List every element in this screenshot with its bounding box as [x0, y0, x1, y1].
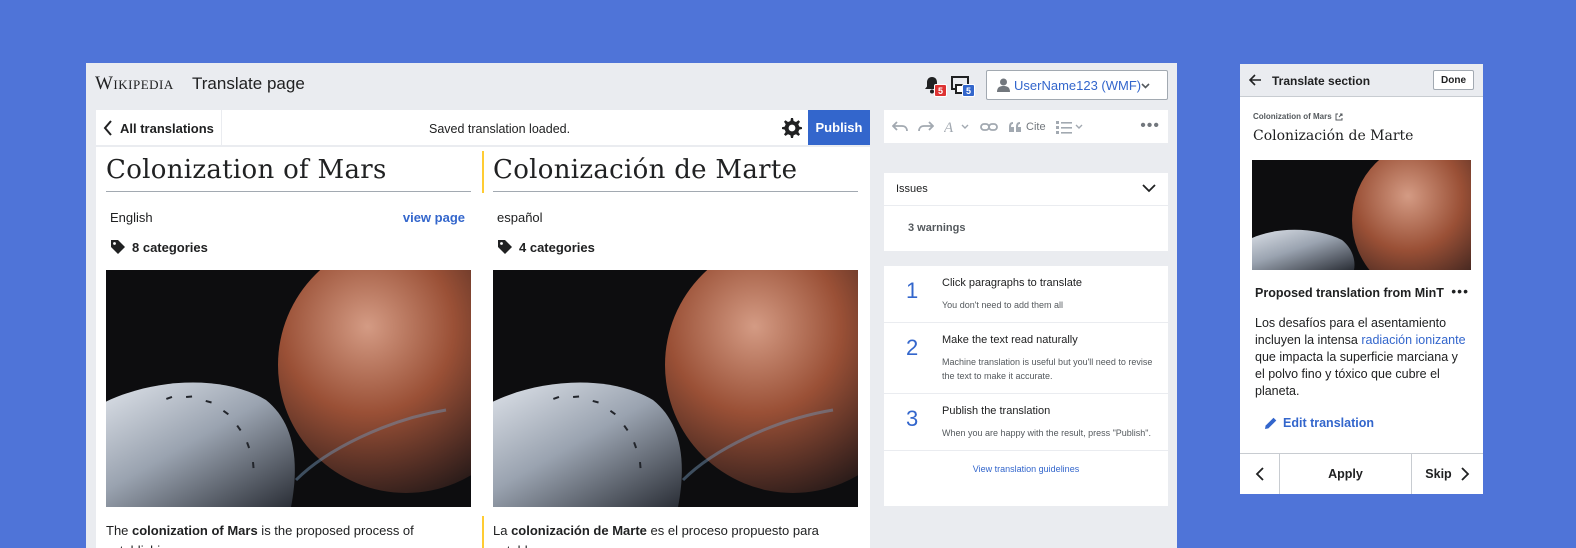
mobile-source-title: Colonization of Mars [1253, 112, 1332, 121]
target-para-bold: colonización de Marte [511, 523, 647, 538]
pencil-icon [1265, 417, 1277, 429]
tag-icon [498, 240, 512, 254]
top-bar: Wikipedia Translate page 5 5 UserName123… [86, 63, 1177, 107]
source-language: English [110, 210, 153, 225]
target-categories-label: 4 categories [519, 239, 595, 255]
user-menu-button[interactable]: UserName123 (WMF) [986, 70, 1168, 100]
target-para-prefix: La [493, 523, 512, 538]
publish-button[interactable]: Publish [808, 110, 870, 145]
chevron-right-icon [1461, 467, 1469, 481]
chevron-left-icon [1255, 467, 1264, 481]
step-title: Make the text read naturally [942, 334, 1078, 346]
mobile-source-link[interactable]: Colonization of Mars [1253, 112, 1343, 121]
redo-icon[interactable] [918, 120, 934, 134]
source-article-title: Colonization of Mars [106, 155, 471, 192]
target-title-highlight [482, 151, 484, 193]
tag-icon [111, 240, 125, 254]
step-description: You don't need to add them all [942, 300, 1063, 310]
editor-tools: A Cite ••• [884, 110, 1168, 143]
step-number: 3 [906, 406, 919, 431]
alert-count-badge: 5 [934, 84, 947, 97]
notifications-alert-button[interactable]: 5 [922, 75, 947, 97]
target-article-column: Colonización de Marte español 4 categori… [493, 147, 858, 548]
username-label: UserName123 (WMF) [1014, 77, 1142, 93]
chevron-down-icon [1142, 184, 1156, 193]
list-icon[interactable] [1055, 120, 1084, 134]
warnings-count[interactable]: 3 warnings [884, 206, 1168, 250]
target-first-paragraph[interactable]: La colonización de Marte es el proceso p… [493, 521, 858, 548]
svg-text:A: A [944, 120, 954, 134]
issues-header[interactable]: Issues [884, 173, 1168, 206]
view-page-link[interactable]: view page [403, 210, 465, 225]
guidelines-link[interactable]: View translation guidelines [884, 451, 1168, 474]
done-button[interactable]: Done [1433, 70, 1474, 90]
mars-spaceship-image [493, 270, 858, 507]
proposed-translation-title: Proposed translation from MinT [1255, 286, 1444, 300]
chevron-left-icon [103, 120, 112, 136]
chevron-down-icon [1141, 83, 1150, 89]
step-description: Machine translation is useful but you'll… [942, 357, 1153, 381]
user-icon [997, 78, 1010, 92]
notifications-notice-button[interactable]: 5 [950, 75, 975, 97]
translation-toolbar: All translations Saved translation loade… [96, 110, 870, 146]
text-style-icon[interactable]: A [944, 120, 970, 134]
mars-spaceship-image [106, 270, 471, 507]
source-categories-label: 8 categories [132, 239, 208, 255]
mars-spaceship-image [1252, 160, 1471, 270]
mobile-footer: Apply Skip [1240, 453, 1483, 494]
step-title: Click paragraphs to translate [942, 277, 1083, 289]
target-paragraph-highlight [482, 516, 484, 548]
skip-label: Skip [1425, 467, 1452, 481]
previous-sentence-button[interactable] [1240, 454, 1280, 494]
source-article-column: Colonization of Mars English view page 8… [106, 147, 471, 548]
step-item: 1 Click paragraphs to translate You don'… [884, 266, 1168, 323]
skip-button[interactable]: Skip [1412, 454, 1483, 494]
gear-icon[interactable] [782, 118, 802, 138]
page-title: Translate page [192, 74, 305, 93]
proposed-translation-text: Los desafíos para el asentamiento incluy… [1255, 315, 1470, 400]
issues-panel: Issues 3 warnings [884, 173, 1168, 251]
more-options-icon[interactable]: ••• [1451, 283, 1469, 299]
source-para-prefix: The [106, 523, 133, 538]
mobile-translate-section: Translate section Done Colonization of M… [1240, 64, 1483, 494]
step-number: 2 [906, 335, 919, 360]
translation-steps: 1 Click paragraphs to translate You don'… [884, 266, 1168, 506]
edit-translation-button[interactable]: Edit translation [1264, 416, 1374, 430]
source-para-bold: colonization of Mars [132, 523, 258, 538]
arrow-left-icon[interactable] [1249, 74, 1262, 86]
cite-label: Cite [1026, 120, 1046, 133]
step-item: 2 Make the text read naturally Machine t… [884, 323, 1168, 394]
target-language: español [497, 210, 543, 225]
edit-translation-label: Edit translation [1283, 416, 1374, 430]
target-article-title[interactable]: Colonización de Marte [493, 155, 858, 192]
source-categories-button[interactable]: 8 categories [110, 239, 208, 255]
external-link-icon [1335, 113, 1343, 120]
ionizing-radiation-link[interactable]: radiación ionizante [1361, 333, 1465, 347]
cite-button[interactable]: Cite [1008, 121, 1046, 133]
all-translations-label: All translations [120, 120, 214, 136]
wikipedia-logo[interactable]: Wikipedia [95, 73, 174, 95]
more-options-icon[interactable]: ••• [1140, 117, 1160, 135]
proposed-text-after: que impacta la superficie marciana y el … [1255, 350, 1458, 398]
link-icon[interactable] [980, 121, 998, 133]
quote-icon [1009, 121, 1021, 132]
mobile-header-title: Translate section [1272, 74, 1371, 88]
all-translations-button[interactable]: All translations [96, 110, 222, 146]
source-first-paragraph[interactable]: The colonization of Mars is the proposed… [106, 521, 471, 548]
step-item: 3 Publish the translation When you are h… [884, 394, 1168, 451]
undo-icon[interactable] [892, 120, 908, 134]
step-title: Publish the translation [942, 405, 1051, 417]
mobile-article-title: Colonización de Marte [1253, 128, 1414, 144]
save-status: Saved translation loaded. [429, 122, 571, 136]
notice-count-badge: 5 [962, 84, 975, 97]
step-number: 1 [906, 278, 919, 303]
mobile-header: Translate section Done [1240, 64, 1483, 97]
issues-label: Issues [896, 183, 928, 195]
article-columns: Colonization of Mars English view page 8… [96, 147, 870, 548]
apply-button[interactable]: Apply [1280, 454, 1412, 494]
step-description: When you are happy with the result, pres… [942, 428, 1151, 438]
target-categories-button[interactable]: 4 categories [497, 239, 595, 255]
desktop-translation-window: Wikipedia Translate page 5 5 UserName123… [86, 63, 1177, 548]
